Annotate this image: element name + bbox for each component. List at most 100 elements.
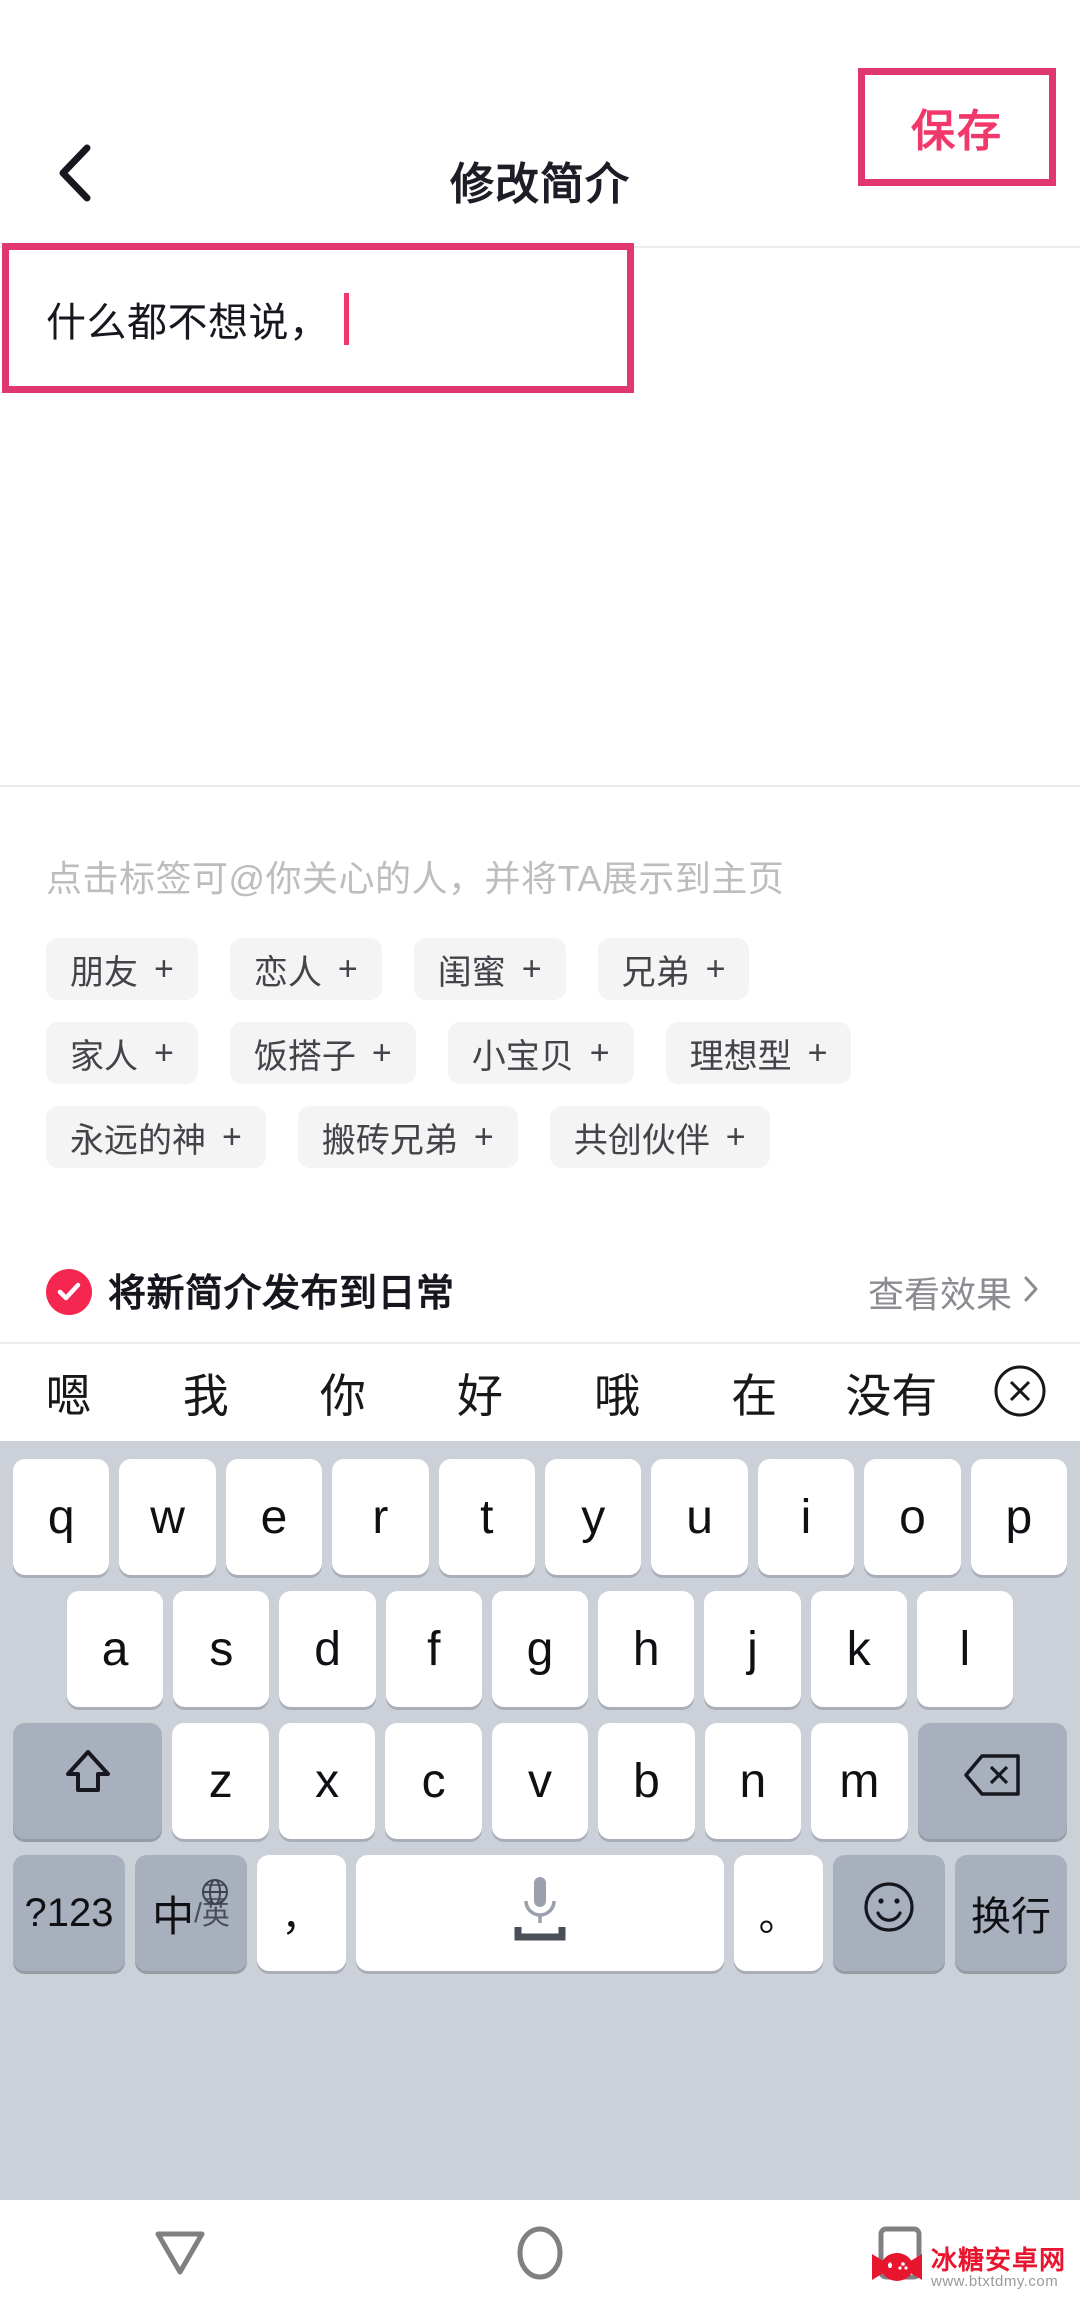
tag-chip-gongchuanghuoban[interactable]: 共创伙伴 + xyxy=(549,1106,770,1168)
smiley-icon xyxy=(860,1878,918,1948)
tag-row: 永远的神 + 搬砖兄弟 + 共创伙伴 + xyxy=(0,1106,1080,1168)
keyboard-row-2: a s d f g h j k l xyxy=(8,1591,1072,1707)
circled-x-icon xyxy=(992,1363,1048,1424)
key-b[interactable]: b xyxy=(598,1723,695,1839)
key-z[interactable]: z xyxy=(172,1723,269,1839)
shift-arrow-icon xyxy=(62,1746,114,1816)
space-key[interactable] xyxy=(355,1855,725,1971)
tag-chip-xiongdi[interactable]: 兄弟 + xyxy=(597,938,750,1000)
candidate-word[interactable]: 你 xyxy=(274,1360,411,1426)
key-h[interactable]: h xyxy=(598,1591,695,1707)
key-a[interactable]: a xyxy=(67,1591,164,1707)
tag-chip-xiaobaobei[interactable]: 小宝贝 + xyxy=(447,1022,634,1084)
emoji-key[interactable] xyxy=(833,1855,946,1971)
candidate-word[interactable]: 没有 xyxy=(823,1360,960,1426)
key-w[interactable]: w xyxy=(119,1459,216,1575)
chevron-right-icon xyxy=(1022,1271,1040,1313)
tag-rows: 朋友 + 恋人 + 闺蜜 + 兄弟 + 家人 + 饭搭子 + 小宝贝 + 理想型… xyxy=(0,938,1080,1190)
period-key[interactable]: 。 xyxy=(734,1855,824,1971)
plus-icon: + xyxy=(725,1117,746,1156)
nav-back-triangle-icon xyxy=(152,2226,208,2285)
save-button[interactable]: 保存 xyxy=(858,68,1056,186)
key-s[interactable]: s xyxy=(173,1591,270,1707)
key-k[interactable]: k xyxy=(810,1591,907,1707)
candidate-word[interactable]: 好 xyxy=(411,1360,548,1426)
language-zh-label: 中 xyxy=(152,1892,195,1940)
key-t[interactable]: t xyxy=(438,1459,535,1575)
backspace-key[interactable] xyxy=(917,1723,1067,1839)
keyboard-row-4: ?123 中 / 英 ， 。 换行 xyxy=(8,1855,1072,1971)
watermark-title: 冰糖安卓网 xyxy=(930,2244,1066,2275)
preview-effect-label: 查看效果 xyxy=(867,1274,1012,1315)
plus-icon: + xyxy=(807,1033,828,1072)
tag-chip-label: 共创伙伴 xyxy=(573,1121,710,1160)
key-m[interactable]: m xyxy=(811,1723,908,1839)
keyboard-row-1: q w e r t y u i o p xyxy=(8,1459,1072,1575)
plus-icon: + xyxy=(371,1033,392,1072)
bio-input[interactable]: 什么都不想说， xyxy=(46,290,349,348)
tag-chip-label: 家人 xyxy=(70,1037,138,1076)
tag-chip-label: 兄弟 xyxy=(621,953,690,992)
candidate-word[interactable]: 嗯 xyxy=(0,1360,137,1426)
tag-chip-label: 闺蜜 xyxy=(437,953,506,992)
comma-key[interactable]: ， xyxy=(257,1855,346,1971)
candidate-close-button[interactable] xyxy=(960,1363,1080,1424)
plus-icon: + xyxy=(589,1033,610,1072)
key-c[interactable]: c xyxy=(385,1723,482,1839)
tag-chip-label: 搬砖兄弟 xyxy=(321,1121,458,1160)
watermark-url: www.btxtdmy.com xyxy=(930,2273,1059,2291)
tag-chip-label: 永远的神 xyxy=(70,1121,206,1160)
microphone-icon xyxy=(500,1869,580,1957)
enter-key[interactable]: 换行 xyxy=(955,1855,1068,1971)
key-i[interactable]: i xyxy=(757,1459,855,1575)
key-v[interactable]: v xyxy=(491,1723,589,1839)
key-p[interactable]: p xyxy=(970,1459,1068,1575)
key-d[interactable]: d xyxy=(279,1591,376,1707)
tag-chip-jiaren[interactable]: 家人 + xyxy=(46,1022,198,1084)
key-l[interactable]: l xyxy=(916,1591,1013,1707)
plus-icon: + xyxy=(521,949,542,988)
tag-row: 家人 + 饭搭子 + 小宝贝 + 理想型 + xyxy=(0,1022,1080,1084)
plus-icon: + xyxy=(154,1033,174,1072)
key-j[interactable]: j xyxy=(704,1591,801,1707)
tag-chip-yongyuandeshen[interactable]: 永远的神 + xyxy=(46,1106,266,1168)
symbols-key[interactable]: ?123 xyxy=(13,1855,125,1971)
nav-back-button[interactable] xyxy=(120,2215,240,2295)
publish-to-daily-label: 将新简介发布到日常 xyxy=(108,1273,455,1315)
tag-chip-banzhuanxiongdi[interactable]: 搬砖兄弟 + xyxy=(297,1106,518,1168)
tag-chips-region: 朋友 + 恋人 + 闺蜜 + 兄弟 + 家人 + 饭搭子 + 小宝贝 + 理想型… xyxy=(0,930,1080,1240)
tag-chip-fandazi[interactable]: 饭搭子 + xyxy=(229,1022,416,1084)
tag-chip-lixiangxing[interactable]: 理想型 + xyxy=(665,1022,852,1084)
keyboard-top-divider xyxy=(0,1342,1080,1344)
key-q[interactable]: q xyxy=(12,1459,110,1575)
key-g[interactable]: g xyxy=(491,1591,589,1707)
key-u[interactable]: u xyxy=(651,1459,748,1575)
preview-effect-link[interactable]: 查看效果 xyxy=(868,1266,1040,1318)
candidate-word[interactable]: 我 xyxy=(137,1360,274,1426)
candidate-bar: 嗯 我 你 好 哦 在 没有 xyxy=(0,1345,1080,1441)
key-f[interactable]: f xyxy=(385,1591,482,1707)
keyboard-keys: q w e r t y u i o p a s d f g h j k l z … xyxy=(0,1441,1080,1997)
key-n[interactable]: n xyxy=(704,1723,802,1839)
key-x[interactable]: x xyxy=(278,1723,376,1839)
key-r[interactable]: r xyxy=(332,1459,429,1575)
tag-row: 朋友 + 恋人 + 闺蜜 + 兄弟 + xyxy=(0,938,1080,1000)
key-e[interactable]: e xyxy=(225,1459,323,1575)
nav-home-button[interactable] xyxy=(480,2215,600,2295)
key-o[interactable]: o xyxy=(864,1459,961,1575)
tag-hint-text: 点击标签可@你关心的人，并将TA展示到主页 xyxy=(46,858,785,899)
tag-chip-guimi[interactable]: 闺蜜 + xyxy=(413,938,566,1000)
language-switch-key[interactable]: 中 / 英 xyxy=(135,1855,247,1971)
text-caret xyxy=(343,293,349,345)
tag-chip-label: 理想型 xyxy=(689,1037,792,1076)
nav-home-circle-icon xyxy=(513,2225,567,2286)
candidate-word[interactable]: 哦 xyxy=(549,1360,686,1426)
shift-key[interactable] xyxy=(13,1723,163,1839)
checkbox-checked-icon[interactable] xyxy=(46,1269,92,1315)
key-y[interactable]: y xyxy=(545,1459,642,1575)
plus-icon: + xyxy=(705,949,726,988)
candidate-word[interactable]: 在 xyxy=(686,1360,823,1426)
plus-icon: + xyxy=(337,949,358,988)
tag-chip-lianren[interactable]: 恋人 + xyxy=(229,938,382,1000)
tag-chip-pengyou[interactable]: 朋友 + xyxy=(46,938,198,1000)
